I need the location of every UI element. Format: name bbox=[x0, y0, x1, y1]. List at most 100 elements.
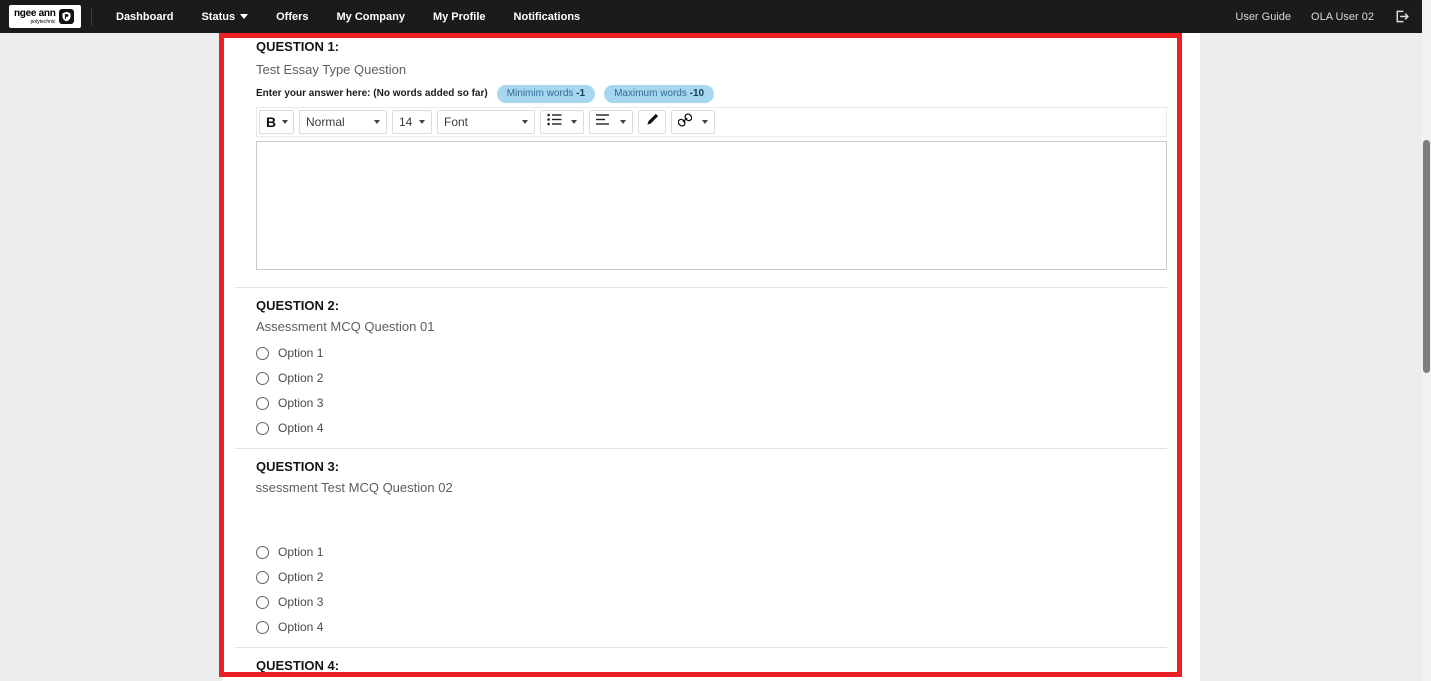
min-words-badge: Minimim words -1 bbox=[497, 85, 595, 103]
option-label: Option 3 bbox=[278, 396, 323, 410]
option-label: Option 3 bbox=[278, 595, 323, 609]
chevron-down-icon bbox=[282, 120, 288, 124]
radio-button[interactable] bbox=[256, 422, 269, 435]
option-label: Option 1 bbox=[278, 346, 323, 360]
question-separator bbox=[235, 448, 1167, 449]
scrollbar-thumb[interactable] bbox=[1423, 140, 1430, 373]
question-separator bbox=[235, 287, 1167, 288]
question-2-text: Assessment MCQ Question 01 bbox=[256, 320, 1166, 334]
question-2-option-3[interactable]: Option 3 bbox=[256, 396, 1166, 410]
np-logo-line2: polytechnic bbox=[14, 20, 56, 25]
navbar-divider bbox=[91, 8, 92, 26]
vertical-scrollbar[interactable] bbox=[1422, 0, 1431, 681]
logout-icon[interactable] bbox=[1394, 9, 1409, 24]
nav-item-my-company[interactable]: My Company bbox=[337, 11, 405, 23]
max-words-badge-value: -10 bbox=[690, 88, 704, 99]
chevron-down-icon bbox=[620, 120, 626, 124]
radio-button[interactable] bbox=[256, 621, 269, 634]
question-3-option-2[interactable]: Option 2 bbox=[256, 570, 1166, 584]
np-logo-line1: ngee ann bbox=[14, 9, 56, 19]
chevron-down-icon bbox=[240, 14, 248, 19]
radio-button[interactable] bbox=[256, 397, 269, 410]
option-label: Option 4 bbox=[278, 620, 323, 634]
chevron-down-icon bbox=[374, 120, 380, 124]
option-label: Option 4 bbox=[278, 421, 323, 435]
username-menu[interactable]: OLA User 02 bbox=[1311, 11, 1374, 23]
assessment-panel: QUESTION 1: Test Essay Type Question Ent… bbox=[222, 33, 1200, 681]
list-icon bbox=[547, 113, 562, 131]
font-size-value: 14 bbox=[399, 115, 412, 129]
top-navbar: ngee ann polytechnic Dashboard Status Of… bbox=[0, 0, 1431, 33]
question-1-heading: QUESTION 1: bbox=[256, 40, 1166, 54]
navbar-right: User Guide OLA User 02 bbox=[1235, 9, 1409, 24]
question-3-blank-space bbox=[256, 495, 1166, 545]
answer-instruction-label: Enter your answer here: (No words added … bbox=[256, 88, 488, 99]
nav-item-offers[interactable]: Offers bbox=[276, 11, 308, 23]
align-button[interactable] bbox=[589, 110, 633, 134]
chevron-down-icon bbox=[419, 120, 425, 124]
question-separator bbox=[235, 647, 1167, 648]
option-label: Option 1 bbox=[278, 545, 323, 559]
radio-button[interactable] bbox=[256, 347, 269, 360]
np-logo[interactable]: ngee ann polytechnic bbox=[9, 5, 81, 28]
min-words-badge-label: Minimim words bbox=[507, 88, 576, 99]
nav-item-status[interactable]: Status bbox=[201, 11, 248, 23]
essay-answer-editor[interactable] bbox=[256, 141, 1167, 270]
rich-text-toolbar: B Normal 14 Font bbox=[256, 107, 1167, 137]
radio-button[interactable] bbox=[256, 372, 269, 385]
question-3-option-4[interactable]: Option 4 bbox=[256, 620, 1166, 634]
nav-item-notifications-label: Notifications bbox=[514, 11, 581, 23]
question-2-option-1[interactable]: Option 1 bbox=[256, 346, 1166, 360]
np-logo-text: ngee ann polytechnic bbox=[14, 9, 56, 25]
chevron-down-icon bbox=[571, 120, 577, 124]
max-words-badge: Maximum words -10 bbox=[604, 85, 714, 103]
user-guide-link[interactable]: User Guide bbox=[1235, 11, 1291, 23]
navbar-menu: Dashboard Status Offers My Company My Pr… bbox=[116, 11, 580, 23]
min-words-badge-value: -1 bbox=[576, 88, 585, 99]
nav-item-dashboard-label: Dashboard bbox=[116, 11, 173, 23]
question-2-option-2[interactable]: Option 2 bbox=[256, 371, 1166, 385]
nav-item-dashboard[interactable]: Dashboard bbox=[116, 11, 173, 23]
nav-item-notifications[interactable]: Notifications bbox=[514, 11, 581, 23]
nav-item-offers-label: Offers bbox=[276, 11, 308, 23]
align-icon bbox=[596, 113, 610, 131]
question-1-answer-meta: Enter your answer here: (No words added … bbox=[256, 85, 1166, 102]
radio-button[interactable] bbox=[256, 571, 269, 584]
font-size-select[interactable]: 14 bbox=[392, 110, 432, 134]
radio-button[interactable] bbox=[256, 546, 269, 559]
font-family-value: Font bbox=[444, 115, 468, 129]
question-2-options: Option 1 Option 2 Option 3 Option 4 bbox=[256, 346, 1166, 435]
pencil-button[interactable] bbox=[638, 110, 666, 134]
question-3-option-1[interactable]: Option 1 bbox=[256, 545, 1166, 559]
link-button[interactable] bbox=[671, 110, 715, 134]
nav-item-my-company-label: My Company bbox=[337, 11, 405, 23]
question-3-options: Option 1 Option 2 Option 3 Option 4 bbox=[256, 545, 1166, 634]
option-label: Option 2 bbox=[278, 570, 323, 584]
question-1-text: Test Essay Type Question bbox=[256, 63, 1166, 77]
question-2-heading: QUESTION 2: bbox=[256, 299, 1166, 313]
assessment-content: QUESTION 1: Test Essay Type Question Ent… bbox=[222, 33, 1200, 681]
question-4-heading: QUESTION 4: bbox=[256, 659, 1166, 673]
np-shield-icon bbox=[59, 9, 74, 24]
bold-button-label: B bbox=[266, 114, 276, 130]
nav-item-status-label: Status bbox=[201, 11, 235, 23]
list-button[interactable] bbox=[540, 110, 584, 134]
question-3-text-inner: Assessment Test MCQ Question 02 bbox=[256, 481, 453, 495]
paragraph-style-select[interactable]: Normal bbox=[299, 110, 387, 134]
nav-item-my-profile-label: My Profile bbox=[433, 11, 486, 23]
radio-button[interactable] bbox=[256, 596, 269, 609]
chevron-down-icon bbox=[522, 120, 528, 124]
bold-button[interactable]: B bbox=[259, 110, 294, 134]
pencil-icon bbox=[646, 113, 659, 131]
link-icon bbox=[678, 113, 692, 132]
question-3-option-3[interactable]: Option 3 bbox=[256, 595, 1166, 609]
option-label: Option 2 bbox=[278, 371, 323, 385]
font-family-select[interactable]: Font bbox=[437, 110, 535, 134]
max-words-badge-label: Maximum words bbox=[614, 88, 690, 99]
chevron-down-icon bbox=[702, 120, 708, 124]
question-3-text: Assessment Test MCQ Question 02 bbox=[256, 481, 1166, 495]
paragraph-style-value: Normal bbox=[306, 115, 345, 129]
question-3-heading: QUESTION 3: bbox=[256, 460, 1166, 474]
question-2-option-4[interactable]: Option 4 bbox=[256, 421, 1166, 435]
nav-item-my-profile[interactable]: My Profile bbox=[433, 11, 486, 23]
